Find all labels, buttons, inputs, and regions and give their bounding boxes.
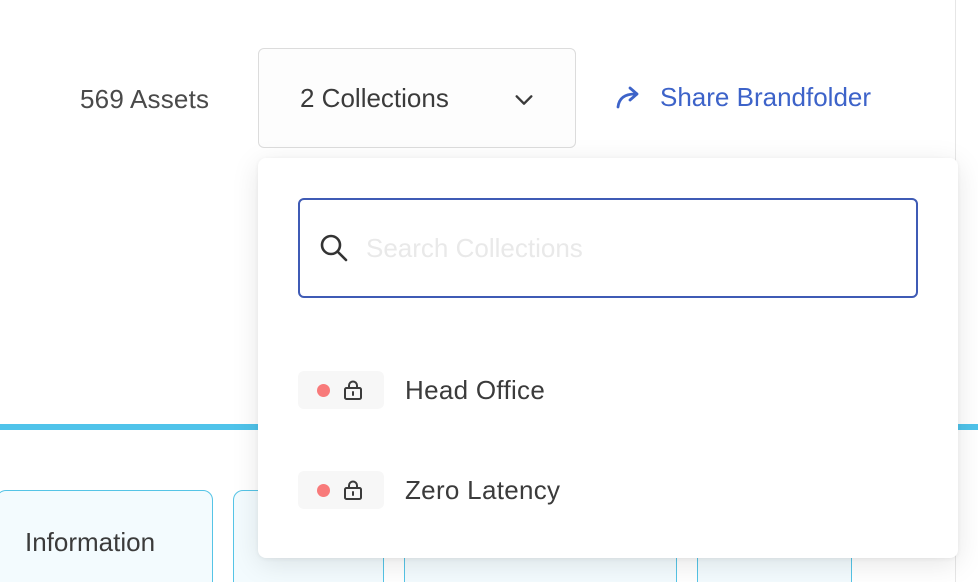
collection-name: Head Office bbox=[405, 374, 546, 405]
share-arrow-icon bbox=[616, 86, 639, 108]
status-dot-icon bbox=[317, 483, 330, 497]
search-collections-box[interactable] bbox=[298, 198, 918, 298]
share-brandfolder-link[interactable]: Share Brandfolder bbox=[614, 82, 871, 113]
page: 569 Assets 2 Collections Share Brandfold… bbox=[0, 0, 978, 582]
status-dot-icon bbox=[317, 383, 330, 397]
collection-status-chip bbox=[298, 371, 384, 409]
share-brandfolder-label: Share Brandfolder bbox=[660, 82, 872, 112]
collection-status-chip bbox=[298, 471, 384, 509]
chevron-down-icon bbox=[515, 95, 533, 105]
collection-name: Zero Latency bbox=[405, 474, 561, 505]
collection-item[interactable]: Head Office bbox=[298, 370, 545, 410]
collections-dropdown-button[interactable]: 2 Collections bbox=[258, 48, 576, 148]
search-icon bbox=[320, 234, 348, 262]
asset-count: 569 Assets bbox=[80, 84, 210, 114]
search-collections-input[interactable] bbox=[366, 232, 886, 264]
tab-information[interactable]: Information bbox=[0, 490, 213, 582]
lock-icon bbox=[344, 380, 362, 400]
tab-information-label: Information bbox=[25, 527, 156, 557]
collection-item[interactable]: Zero Latency bbox=[298, 470, 560, 510]
collections-button-label: 2 Collections bbox=[300, 82, 449, 113]
collections-dropdown-menu: Head Office Zero Latency bbox=[258, 158, 958, 558]
lock-icon bbox=[344, 480, 362, 500]
